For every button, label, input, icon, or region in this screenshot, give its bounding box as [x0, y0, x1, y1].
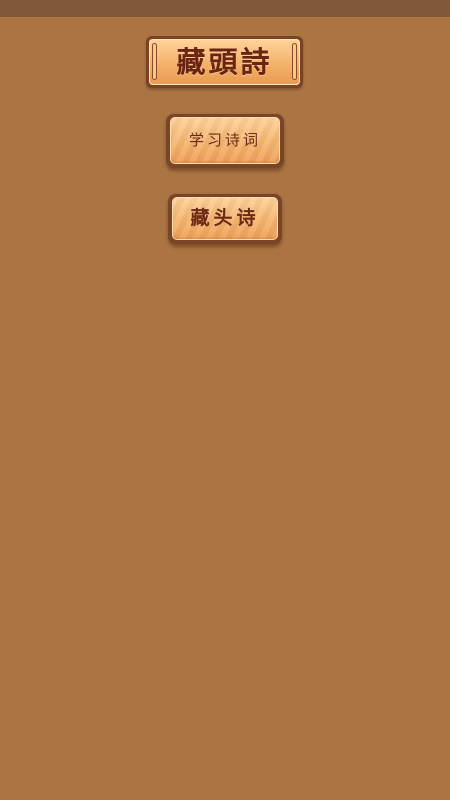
study-poems-button[interactable]: 学习诗词 — [166, 113, 284, 168]
acrostic-poem-button[interactable]: 藏头诗 — [168, 193, 282, 244]
title-plaque: 藏頭詩 — [146, 36, 303, 88]
page-title: 藏頭詩 — [176, 44, 273, 79]
scroll-rod-right-icon — [293, 44, 296, 79]
acrostic-poem-label: 藏头诗 — [190, 207, 260, 229]
study-poems-label: 学习诗词 — [188, 131, 261, 149]
status-bar — [0, 0, 450, 17]
scroll-rod-left-icon — [153, 44, 156, 79]
title-plaque-face: 藏頭詩 — [149, 39, 300, 85]
study-poems-button-face: 学习诗词 — [170, 117, 280, 164]
acrostic-poem-button-face: 藏头诗 — [172, 197, 278, 240]
